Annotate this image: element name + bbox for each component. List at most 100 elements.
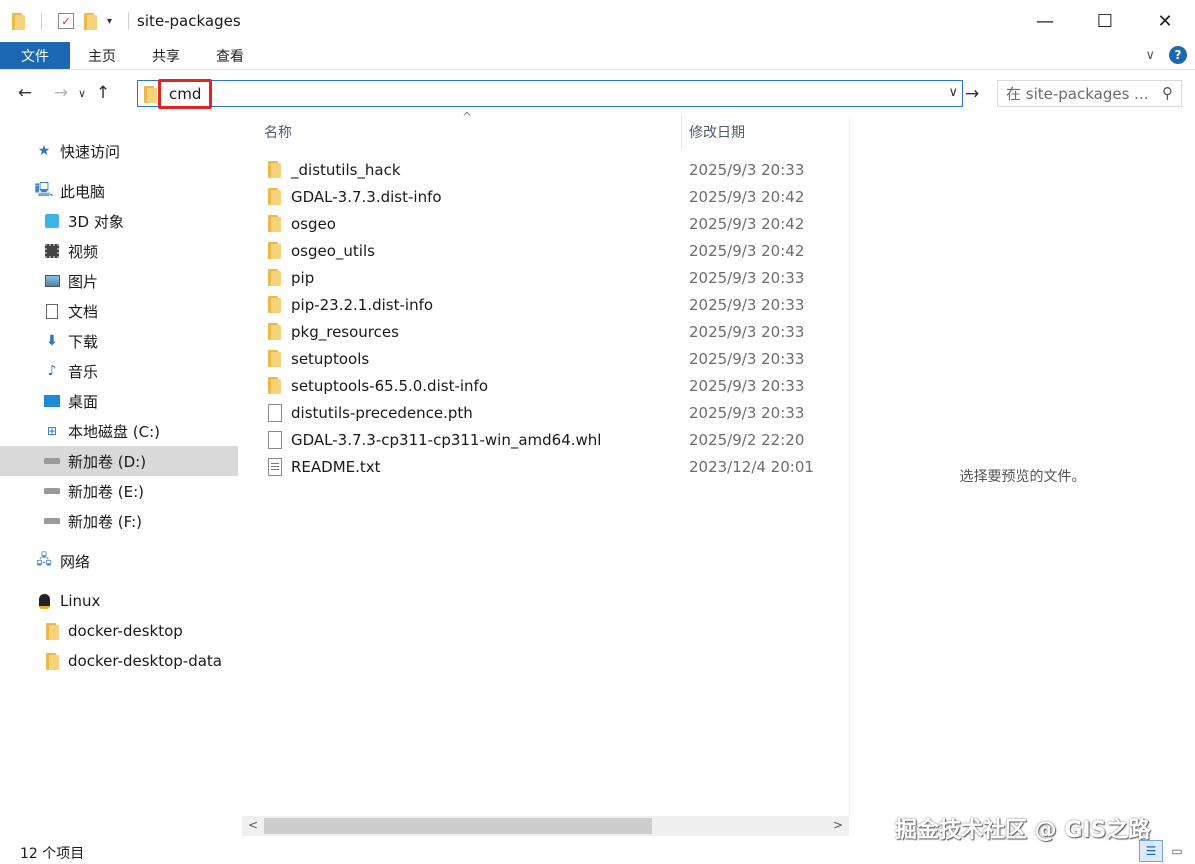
sidebar-item-label: 此电脑 [60,182,106,201]
folder-icon [268,215,281,232]
sidebar-item-pictures[interactable]: 图片 [0,266,238,296]
table-row[interactable]: GDAL-3.7.3.dist-info 2025/9/3 20:42 [242,183,849,210]
go-button[interactable]: → [965,84,979,104]
sidebar-item-label: 文档 [68,302,99,321]
file-name: osgeo_utils [291,241,375,260]
desktop-icon [42,392,62,410]
file-modified-date: 2025/9/3 20:33 [689,160,805,179]
large-icons-view-icon[interactable]: ▭ [1165,840,1189,862]
star-icon: ★ [37,143,51,159]
address-bar[interactable]: cmd ∨ [137,79,963,109]
sort-indicator-icon: ^ [462,110,473,124]
separator [128,12,130,30]
column-header-modified[interactable]: 修改日期 [689,116,745,148]
table-row[interactable]: _distutils_hack 2025/9/3 20:33 [242,156,849,183]
sidebar-item-docker-desktop-data[interactable]: docker-desktop-data [0,646,238,676]
help-icon[interactable]: ? [1169,46,1187,64]
sidebar-item-drive-f[interactable]: 新加卷 (F:) [0,506,238,536]
sidebar-item-this-pc[interactable]: 🖳 此电脑 [0,176,238,206]
file-name: GDAL-3.7.3-cp311-cp311-win_amd64.whl [291,430,602,449]
file-modified-date: 2025/9/3 20:33 [689,295,805,314]
sidebar-item-label: 网络 [60,552,91,571]
sidebar-item-downloads[interactable]: ⬇ 下载 [0,326,238,356]
sidebar-item-label: 快速访问 [60,142,121,161]
file-modified-date: 2025/9/2 22:20 [689,430,805,449]
maximize-button[interactable]: ☐ [1075,0,1135,42]
column-header-name[interactable]: 名称 [264,116,292,148]
tab-file[interactable]: 文件 [0,42,70,69]
sidebar-item-label: docker-desktop [68,622,183,640]
sidebar-item-3d-objects[interactable]: 3D 对象 [0,206,238,236]
file-modified-date: 2025/9/3 20:42 [689,187,805,206]
sidebar-item-network[interactable]: 🖧 网络 [0,546,238,576]
sidebar-item-quick-access[interactable]: ★ 快速访问 [0,136,238,166]
scroll-left-icon[interactable]: < [248,818,258,832]
table-row[interactable]: distutils-precedence.pth 2025/9/3 20:33 [242,399,849,426]
table-row[interactable]: osgeo 2025/9/3 20:42 [242,210,849,237]
sidebar-item-drive-e[interactable]: 新加卷 (E:) [0,476,238,506]
scroll-right-icon[interactable]: > [833,818,843,832]
sidebar-item-drive-c[interactable]: ⊞ 本地磁盘 (C:) [0,416,238,446]
expand-ribbon-icon[interactable]: ∨ [1145,48,1155,63]
item-count: 12 个项目 [20,846,85,862]
sidebar-item-docker-desktop[interactable]: docker-desktop [0,616,238,646]
table-row[interactable]: README.txt 2023/12/4 20:01 [242,453,849,480]
folder-icon [268,323,281,340]
sidebar-item-label: 图片 [68,272,99,291]
close-button[interactable]: ✕ [1135,0,1195,42]
sidebar-item-desktop[interactable]: 桌面 [0,386,238,416]
sidebar-item-video[interactable]: 视频 [0,236,238,266]
tab-home[interactable]: 主页 [70,42,134,69]
status-bar: 12 个项目 ☰ ▭ [0,840,1195,864]
properties-icon[interactable]: ✓ [58,13,74,29]
separator [41,12,42,30]
ribbon: 文件 主页 共享 查看 ∨ ? [0,42,1195,70]
sidebar-item-linux[interactable]: Linux [0,586,238,616]
sidebar-item-label: 新加卷 (E:) [68,482,145,501]
file-name: GDAL-3.7.3.dist-info [291,187,442,206]
address-dropdown-icon[interactable]: ∨ [948,85,958,100]
sidebar-item-music[interactable]: ♪ 音乐 [0,356,238,386]
file-name: pip [291,268,315,287]
file-modified-date: 2025/9/3 20:33 [689,268,805,287]
scrollbar-thumb[interactable] [264,818,652,834]
tab-share[interactable]: 共享 [134,42,198,69]
horizontal-scrollbar[interactable]: < > [242,816,849,836]
navigation-pane: ★ 快速访问 🖳 此电脑 3D 对象 视频 图片 文档 ⬇ 下载 ♪ 音乐 桌面… [0,116,240,840]
back-button[interactable]: ← [12,83,38,103]
file-name: _distutils_hack [291,160,401,179]
table-row[interactable]: pip 2025/9/3 20:33 [242,264,849,291]
file-name: README.txt [291,457,381,476]
table-row[interactable]: GDAL-3.7.3-cp311-cp311-win_amd64.whl 2025… [242,426,849,453]
table-row[interactable]: pip-23.2.1.dist-info 2025/9/3 20:33 [242,291,849,318]
new-folder-icon[interactable] [84,12,97,30]
customize-toolbar-icon[interactable]: ▾ [107,16,112,27]
table-row[interactable]: osgeo_utils 2025/9/3 20:42 [242,237,849,264]
sidebar-item-label: docker-desktop-data [68,652,222,670]
network-drive-icon [42,652,62,670]
up-button[interactable]: ↑ [90,83,116,103]
folder-icon [144,86,157,103]
tab-view[interactable]: 查看 [198,42,262,69]
minimize-button[interactable]: — [1015,0,1075,42]
ribbon-right: ∨ ? [1145,46,1187,64]
table-row[interactable]: setuptools-65.5.0.dist-info 2025/9/3 20:3… [242,372,849,399]
file-name: distutils-precedence.pth [291,403,473,422]
network-icon: 🖧 [36,552,52,568]
sidebar-item-documents[interactable]: 文档 [0,296,238,326]
preview-pane: 选择要预览的文件。 [850,116,1195,836]
table-row[interactable]: setuptools 2025/9/3 20:33 [242,345,849,372]
details-view-icon[interactable]: ☰ [1139,840,1163,862]
window-controls: — ☐ ✕ [1015,0,1195,42]
column-divider[interactable] [681,116,682,148]
file-icon [268,404,282,422]
table-row[interactable]: pkg_resources 2025/9/3 20:33 [242,318,849,345]
sidebar-item-label: 音乐 [68,362,99,381]
recent-locations-icon[interactable]: ∨ [74,87,90,100]
search-placeholder: 在 site-packages ... [1006,85,1149,103]
sidebar-item-drive-d[interactable]: 新加卷 (D:) [0,446,238,476]
address-input[interactable]: cmd [158,79,213,109]
search-input[interactable]: 在 site-packages ... ⚲ [997,80,1182,107]
forward-button[interactable]: → [48,83,74,103]
folder-icon [268,350,281,367]
